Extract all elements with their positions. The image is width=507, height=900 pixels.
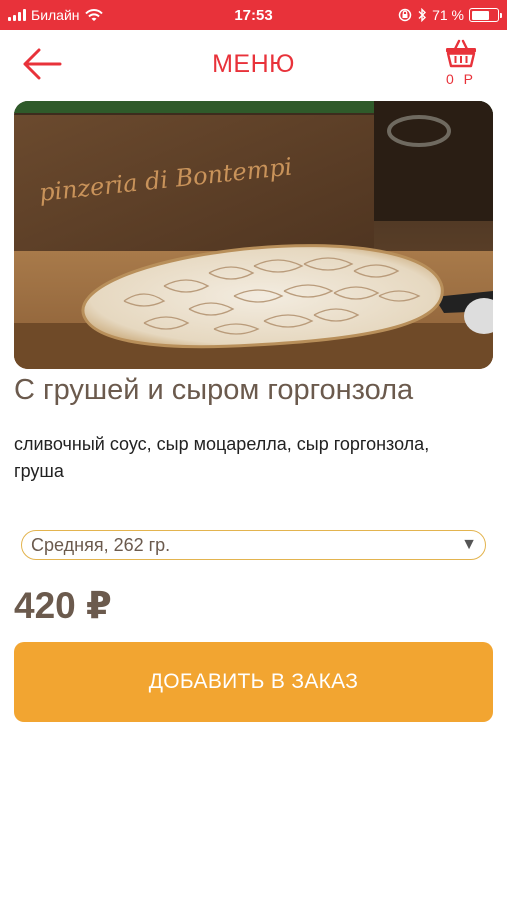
product-image: pinzeria di Bontempi [14, 101, 493, 369]
battery-level [471, 10, 490, 20]
page-title: МЕНЮ [212, 50, 295, 78]
product-price: 420 ₽ [14, 585, 112, 626]
product-title: С грушей и сыром горгонзола [14, 374, 414, 406]
add-to-order-label: ДОБАВИТЬ В ЗАКАЗ [148, 670, 359, 693]
product-description: сливочный соус, сыр моцарелла, сыр горго… [14, 434, 430, 481]
cart-button[interactable]: 0 Р [438, 38, 484, 90]
orientation-lock-icon [398, 8, 412, 22]
basket-icon [446, 39, 476, 68]
bluetooth-icon [418, 8, 427, 22]
signal-icon [8, 9, 26, 21]
battery-percent: 71 % [432, 7, 464, 23]
pizza-photo: pinzeria di Bontempi [14, 101, 493, 369]
size-select-value: Средняя, 262 гр. [31, 534, 171, 555]
dropdown-arrow-icon: ▼ [461, 536, 477, 553]
size-select[interactable]: Средняя, 262 гр. ▼ [21, 530, 486, 560]
app-header: МЕНЮ 0 Р [0, 30, 507, 98]
battery-icon [469, 8, 502, 22]
cart-total: 0 Р [445, 71, 476, 87]
carrier-name: Билайн [31, 7, 80, 23]
status-left: Билайн [8, 7, 178, 23]
status-right: 71 % [329, 7, 502, 23]
add-to-order-button[interactable]: ДОБАВИТЬ В ЗАКАЗ [14, 642, 493, 722]
status-time: 17:53 [234, 6, 273, 24]
wifi-icon [84, 8, 103, 21]
status-bar: Билайн 17:53 71 % [0, 0, 507, 30]
